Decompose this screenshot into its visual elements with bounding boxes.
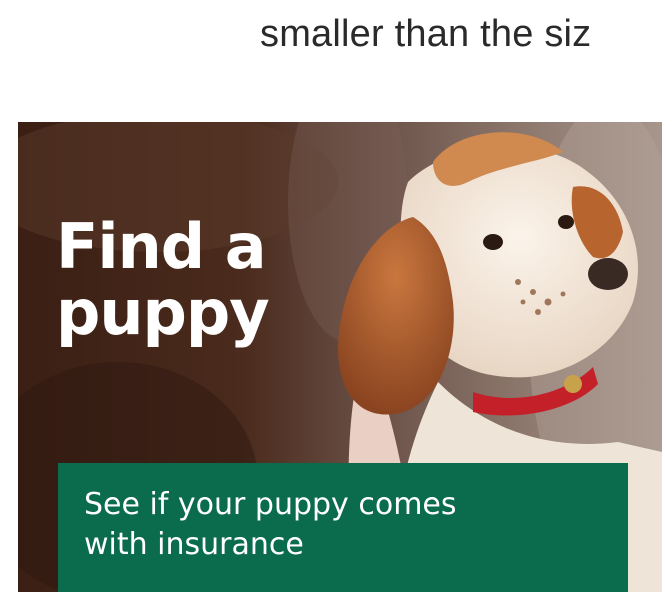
cta-line-1: See if your puppy comes [84,487,457,522]
cta-text: See if your puppy comes with insurance [84,485,602,565]
puppy-ad-banner[interactable]: Find a puppy See if your puppy comes wit… [18,122,662,592]
page: smaller than the siz Find a puppy See if… [0,0,662,592]
cta-line-2: with insurance [84,527,304,562]
ad-headline-line-1: Find a [56,210,267,283]
ad-headline-line-2: puppy [56,276,270,349]
ad-headline: Find a puppy [56,210,270,349]
truncated-body-text: smaller than the siz [260,13,592,55]
insurance-cta-button[interactable]: See if your puppy comes with insurance [58,463,628,592]
